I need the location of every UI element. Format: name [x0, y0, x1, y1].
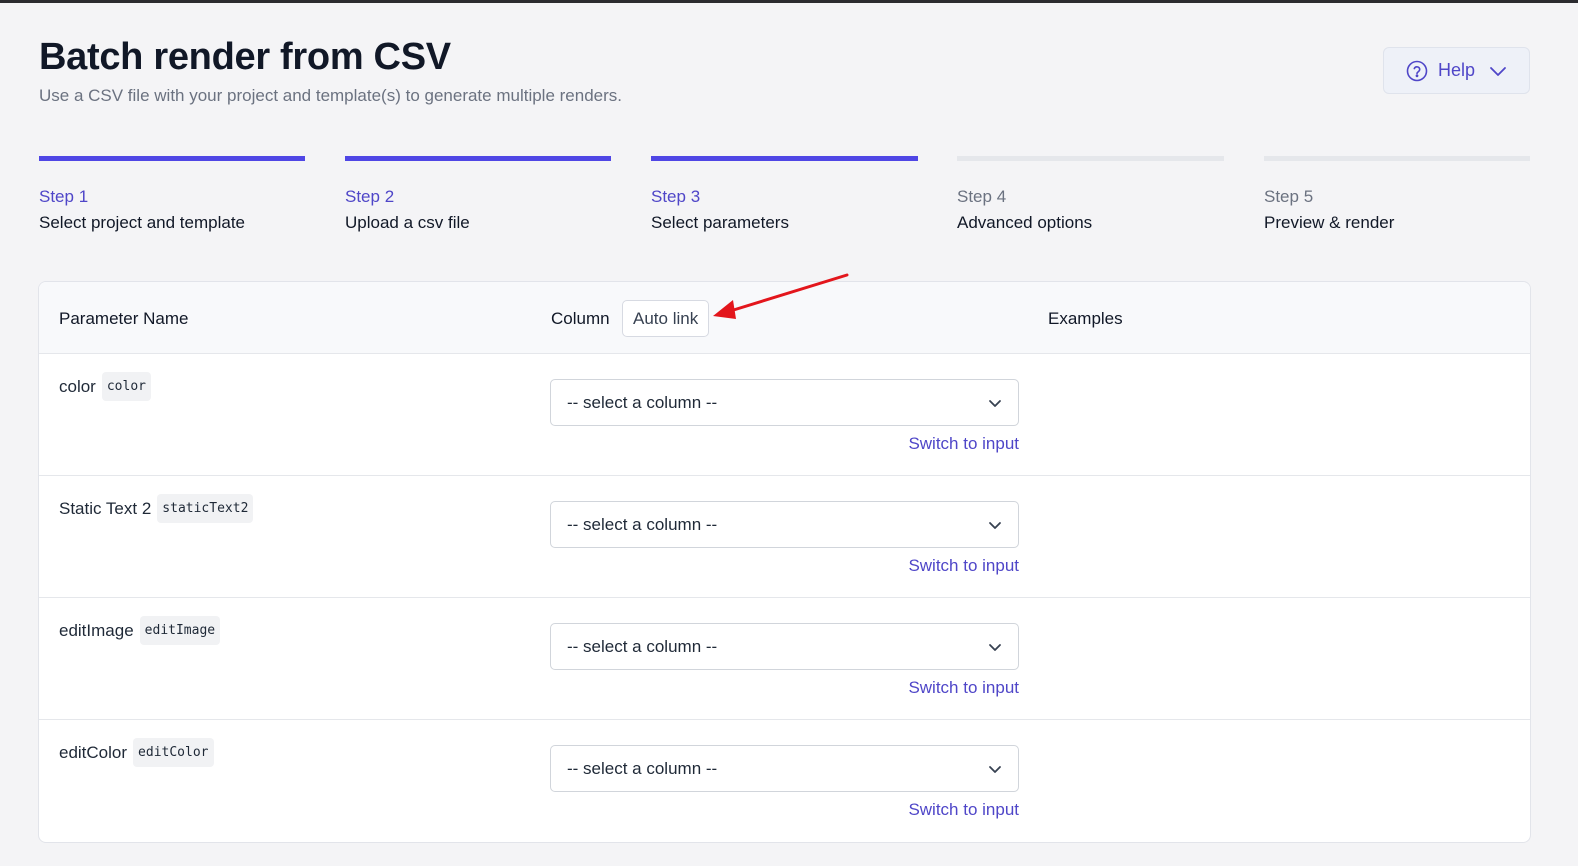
parameter-key: color	[101, 372, 151, 401]
step-label: Select parameters	[651, 213, 789, 232]
window-top-border	[0, 0, 1578, 3]
step-progress-bar	[39, 156, 305, 161]
chevron-down-icon	[988, 393, 1002, 413]
step-label: Select project and template	[39, 213, 246, 232]
question-circle-icon	[1406, 60, 1428, 82]
switch-to-input-link[interactable]: Switch to input	[899, 434, 1019, 454]
step-number: Step 2	[345, 187, 395, 206]
select-value: -- select a column --	[567, 392, 718, 412]
page-title: Batch render from CSV	[39, 36, 451, 78]
step-number: Step 4	[957, 187, 1007, 206]
step-progress-bar	[1264, 156, 1530, 161]
help-label: Help	[1438, 60, 1476, 80]
parameter-name: editImage	[59, 620, 134, 640]
table-row: editImage editImage -- select a column -…	[39, 598, 1530, 720]
step-4[interactable]: Step 4 Advanced options	[957, 156, 1224, 233]
parameter-key: editImage	[139, 616, 221, 645]
table-row: Static Text 2 staticText2 -- select a co…	[39, 476, 1530, 598]
parameter-name: Static Text 2	[59, 498, 152, 518]
step-label: Upload a csv file	[345, 213, 470, 232]
column-select[interactable]: -- select a column --	[550, 379, 1019, 426]
chevron-down-icon	[988, 515, 1002, 535]
step-number: Step 1	[39, 187, 89, 206]
step-label: Preview & render	[1264, 213, 1395, 232]
column-select[interactable]: -- select a column --	[550, 623, 1019, 670]
step-5[interactable]: Step 5 Preview & render	[1264, 156, 1530, 233]
step-progress-bar	[651, 156, 918, 161]
help-button[interactable]: Help	[1383, 47, 1530, 94]
progress-steps: Step 1 Select project and template Step …	[39, 156, 1530, 246]
select-value: -- select a column --	[567, 636, 718, 656]
step-label: Advanced options	[957, 213, 1093, 232]
parameter-cell: editColor editColor	[59, 738, 214, 767]
parameter-cell: Static Text 2 staticText2	[59, 494, 254, 523]
parameter-key: staticText2	[157, 494, 254, 523]
step-progress-bar	[957, 156, 1224, 161]
column-select[interactable]: -- select a column --	[550, 501, 1019, 548]
select-value: -- select a column --	[567, 758, 718, 778]
table-row: editColor editColor -- select a column -…	[39, 720, 1530, 842]
step-number: Step 5	[1264, 187, 1314, 206]
table-header: Parameter Name Column Auto link Examples	[39, 282, 1530, 354]
step-number: Step 3	[651, 187, 701, 206]
column-header: Column	[551, 309, 610, 328]
step-2[interactable]: Step 2 Upload a csv file	[345, 156, 611, 233]
switch-to-input-link[interactable]: Switch to input	[899, 556, 1019, 576]
parameter-cell: color color	[59, 372, 151, 401]
parameter-name: color	[59, 376, 96, 396]
column-select[interactable]: -- select a column --	[550, 745, 1019, 792]
step-3[interactable]: Step 3 Select parameters	[651, 156, 918, 233]
switch-to-input-link[interactable]: Switch to input	[899, 800, 1019, 820]
examples-header: Examples	[1048, 309, 1123, 328]
page-subtitle: Use a CSV file with your project and tem…	[39, 86, 622, 105]
chevron-down-icon	[1489, 65, 1507, 77]
select-value: -- select a column --	[567, 514, 718, 534]
chevron-down-icon	[988, 637, 1002, 657]
parameter-name-header: Parameter Name	[59, 309, 189, 328]
step-progress-bar	[345, 156, 611, 161]
switch-to-input-link[interactable]: Switch to input	[899, 678, 1019, 698]
auto-link-button[interactable]: Auto link	[622, 300, 710, 337]
table-row: color color -- select a column -- Switch…	[39, 354, 1530, 476]
parameters-table: Parameter Name Column Auto link Examples…	[38, 281, 1531, 843]
chevron-down-icon	[988, 759, 1002, 779]
parameter-cell: editImage editImage	[59, 616, 221, 645]
parameter-key: editColor	[133, 738, 214, 767]
parameter-name: editColor	[59, 742, 128, 762]
step-1[interactable]: Step 1 Select project and template	[39, 156, 305, 233]
